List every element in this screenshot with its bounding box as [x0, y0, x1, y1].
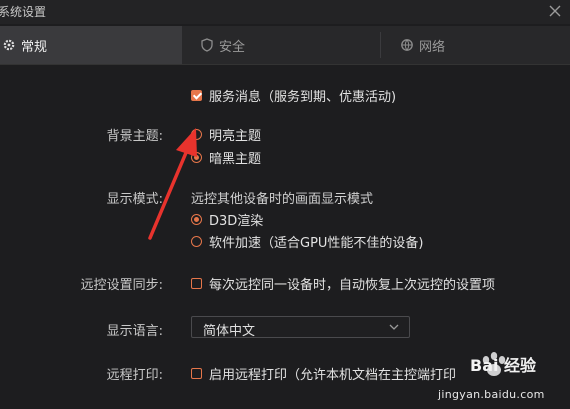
title-bar: 系统设置 — [0, 0, 570, 24]
light-theme-radio[interactable] — [191, 129, 202, 140]
software-accel-label: 软件加速（适合GPU性能不佳的设备) — [209, 236, 424, 251]
d3d-label: D3D渲染 — [209, 214, 264, 229]
watermark-brand: Bai 经验 — [470, 356, 537, 375]
close-icon[interactable] — [546, 2, 564, 20]
shield-icon — [201, 38, 213, 52]
watermark-site: jingyan.baidu.com — [438, 388, 545, 401]
service-notice-checkbox[interactable] — [191, 90, 202, 101]
tab-divider — [380, 32, 381, 58]
tab-label: 网络 — [419, 39, 446, 55]
dark-theme-radio[interactable] — [191, 152, 202, 163]
light-theme-label: 明亮主题 — [209, 129, 262, 144]
service-notice-option[interactable]: 服务消息（服务到期、优惠活动) — [191, 86, 396, 105]
display-mode-d3d[interactable]: D3D渲染 — [191, 210, 263, 229]
display-mode-description: 远控其他设备时的画面显示模式 — [191, 192, 374, 207]
theme-option-light[interactable]: 明亮主题 — [191, 125, 261, 144]
tab-bar: 常规 安全 网络 — [0, 26, 570, 65]
display-mode-software[interactable]: 软件加速（适合GPU性能不佳的设备) — [191, 232, 424, 251]
d3d-radio[interactable] — [191, 214, 202, 225]
gear-icon — [3, 39, 15, 51]
window-title: 系统设置 — [0, 5, 47, 19]
remote-sync-option[interactable]: 每次远控同一设备时，自动恢复上次远控的设置项 — [191, 274, 495, 293]
remote-sync-checkbox[interactable] — [191, 278, 202, 289]
theme-label: 背景主题: — [106, 129, 163, 144]
language-label: 显示语言: — [106, 324, 163, 339]
tab-label: 安全 — [219, 39, 246, 55]
remote-print-option-label: 启用远程打印（允许本机文档在主控端打印 — [209, 368, 457, 383]
tab-label: 常规 — [21, 39, 48, 55]
globe-icon — [401, 39, 413, 51]
software-accel-radio[interactable] — [191, 236, 202, 247]
theme-option-dark[interactable]: 暗黑主题 — [191, 148, 261, 167]
dark-theme-label: 暗黑主题 — [209, 152, 262, 167]
remote-print-option[interactable]: 启用远程打印（允许本机文档在主控端打印 — [191, 364, 456, 383]
service-notice-label: 服务消息（服务到期、优惠活动) — [209, 90, 397, 105]
language-value: 简体中文 — [203, 324, 256, 339]
tab-security[interactable]: 安全 — [200, 26, 380, 64]
remote-sync-label: 远控设置同步: — [80, 278, 163, 293]
remote-print-label: 远程打印: — [106, 368, 163, 383]
chevron-down-icon — [389, 324, 399, 330]
language-select[interactable]: 简体中文 — [191, 316, 410, 339]
tab-general[interactable]: 常规 — [0, 26, 182, 64]
display-mode-label: 显示模式: — [106, 192, 163, 207]
tab-network[interactable]: 网络 — [400, 26, 570, 64]
remote-sync-option-label: 每次远控同一设备时，自动恢复上次远控的设置项 — [209, 278, 496, 293]
remote-print-checkbox[interactable] — [191, 368, 202, 379]
